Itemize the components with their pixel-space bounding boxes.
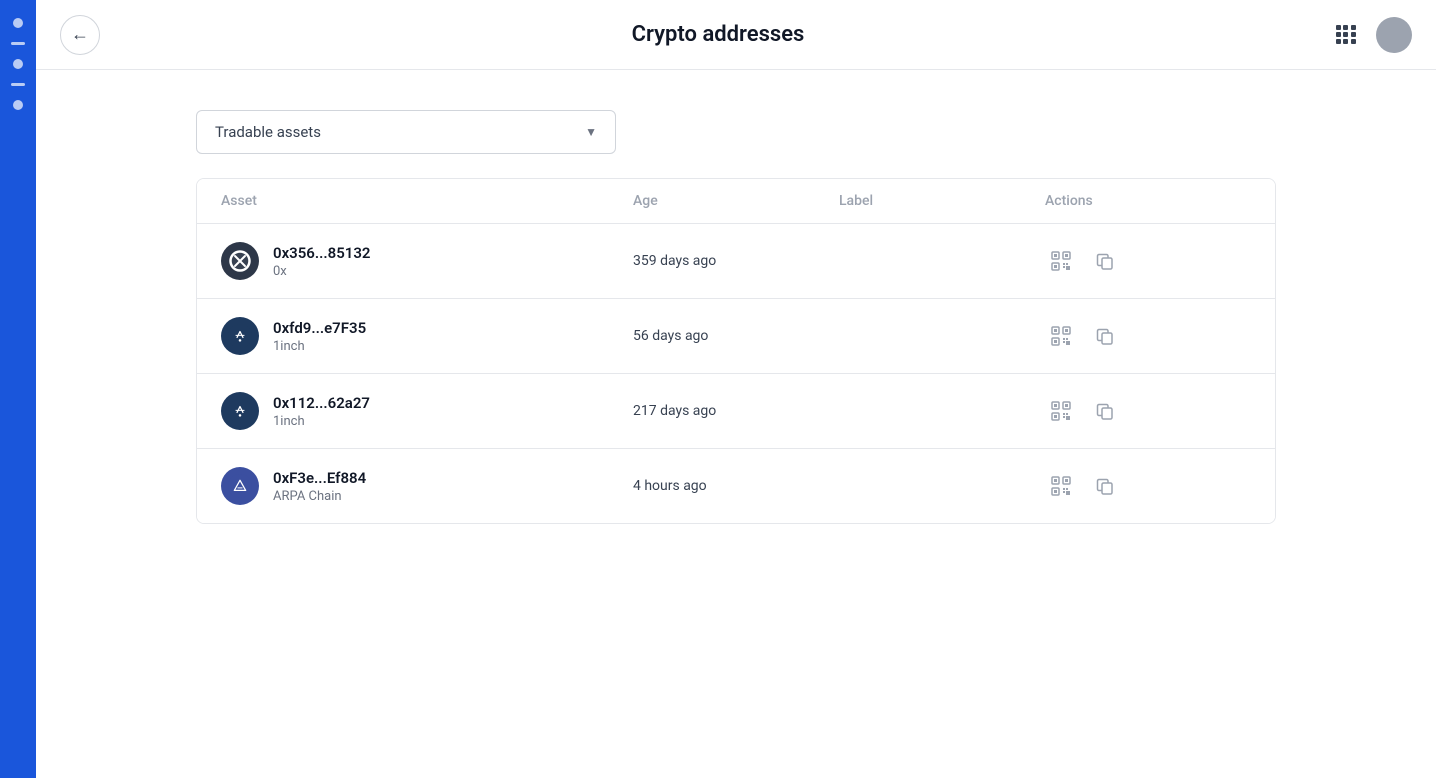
header-right bbox=[1328, 17, 1412, 53]
asset-icon bbox=[221, 242, 259, 280]
back-icon: ← bbox=[71, 24, 89, 45]
table-row: 0xF3e...Ef884 ARPA Chain 4 hours ago bbox=[197, 449, 1275, 523]
filter-wrapper: Tradable assets ▼ bbox=[196, 110, 1276, 154]
actions-cell bbox=[1045, 395, 1251, 427]
age-cell: 4 hours ago bbox=[633, 478, 839, 494]
qr-icon bbox=[1050, 400, 1072, 422]
qr-code-button[interactable] bbox=[1045, 245, 1077, 277]
asset-symbol: ARPA Chain bbox=[273, 489, 366, 504]
copy-icon bbox=[1095, 326, 1115, 346]
asset-symbol: 1inch bbox=[273, 414, 370, 429]
asset-cell: 0xF3e...Ef884 ARPA Chain bbox=[221, 467, 633, 505]
sidebar-indicator bbox=[13, 100, 23, 110]
header-left: ← bbox=[60, 15, 100, 55]
table-header: Asset Age Label Actions bbox=[197, 179, 1275, 224]
copy-icon bbox=[1095, 401, 1115, 421]
asset-icon bbox=[221, 317, 259, 355]
copy-button[interactable] bbox=[1089, 395, 1121, 427]
page-title: Crypto addresses bbox=[632, 22, 805, 47]
sidebar-indicator bbox=[11, 42, 25, 45]
sidebar-indicator bbox=[11, 83, 25, 86]
sidebar-indicator bbox=[13, 59, 23, 69]
qr-code-button[interactable] bbox=[1045, 470, 1077, 502]
table-row: 0x112...62a27 1inch 217 days ago bbox=[197, 374, 1275, 449]
actions-cell bbox=[1045, 320, 1251, 352]
actions-cell bbox=[1045, 245, 1251, 277]
asset-info: 0xF3e...Ef884 ARPA Chain bbox=[273, 469, 366, 504]
qr-code-button[interactable] bbox=[1045, 395, 1077, 427]
qr-icon bbox=[1050, 475, 1072, 497]
column-label: Label bbox=[839, 193, 1045, 209]
tradable-assets-dropdown[interactable]: Tradable assets ▼ bbox=[196, 110, 616, 154]
qr-code-button[interactable] bbox=[1045, 320, 1077, 352]
asset-address: 0xF3e...Ef884 bbox=[273, 469, 366, 487]
asset-address: 0x112...62a27 bbox=[273, 394, 370, 412]
grid-icon bbox=[1336, 25, 1356, 45]
actions-cell bbox=[1045, 470, 1251, 502]
dropdown-label: Tradable assets bbox=[215, 123, 321, 141]
asset-address: 0x356...85132 bbox=[273, 244, 371, 262]
page-body: Tradable assets ▼ Asset Age Label Action… bbox=[36, 70, 1436, 564]
main-content: ← Crypto addresses Tradable assets ▼ bbox=[36, 0, 1436, 778]
table-row: 0xfd9...e7F35 1inch 56 days ago bbox=[197, 299, 1275, 374]
asset-cell: 0xfd9...e7F35 1inch bbox=[221, 317, 633, 355]
asset-cell: 0x112...62a27 1inch bbox=[221, 392, 633, 430]
age-cell: 217 days ago bbox=[633, 403, 839, 419]
asset-icon bbox=[221, 467, 259, 505]
table-row: 0x356...85132 0x 359 days ago bbox=[197, 224, 1275, 299]
asset-address: 0xfd9...e7F35 bbox=[273, 319, 366, 337]
asset-info: 0x356...85132 0x bbox=[273, 244, 371, 279]
column-asset: Asset bbox=[221, 193, 633, 209]
crypto-addresses-table: Asset Age Label Actions bbox=[196, 178, 1276, 524]
sidebar-indicator bbox=[13, 18, 23, 28]
header: ← Crypto addresses bbox=[36, 0, 1436, 70]
asset-info: 0xfd9...e7F35 1inch bbox=[273, 319, 366, 354]
copy-button[interactable] bbox=[1089, 245, 1121, 277]
copy-button[interactable] bbox=[1089, 470, 1121, 502]
age-cell: 359 days ago bbox=[633, 253, 839, 269]
asset-symbol: 0x bbox=[273, 264, 371, 279]
user-avatar[interactable] bbox=[1376, 17, 1412, 53]
qr-icon bbox=[1050, 250, 1072, 272]
asset-cell: 0x356...85132 0x bbox=[221, 242, 633, 280]
sidebar bbox=[0, 0, 36, 778]
back-button[interactable]: ← bbox=[60, 15, 100, 55]
asset-icon bbox=[221, 392, 259, 430]
column-actions: Actions bbox=[1045, 193, 1251, 209]
grid-icon-button[interactable] bbox=[1328, 17, 1364, 53]
asset-info: 0x112...62a27 1inch bbox=[273, 394, 370, 429]
copy-icon bbox=[1095, 476, 1115, 496]
copy-icon bbox=[1095, 251, 1115, 271]
copy-button[interactable] bbox=[1089, 320, 1121, 352]
asset-symbol: 1inch bbox=[273, 339, 366, 354]
age-cell: 56 days ago bbox=[633, 328, 839, 344]
column-age: Age bbox=[633, 193, 839, 209]
qr-icon bbox=[1050, 325, 1072, 347]
chevron-down-icon: ▼ bbox=[585, 125, 597, 139]
